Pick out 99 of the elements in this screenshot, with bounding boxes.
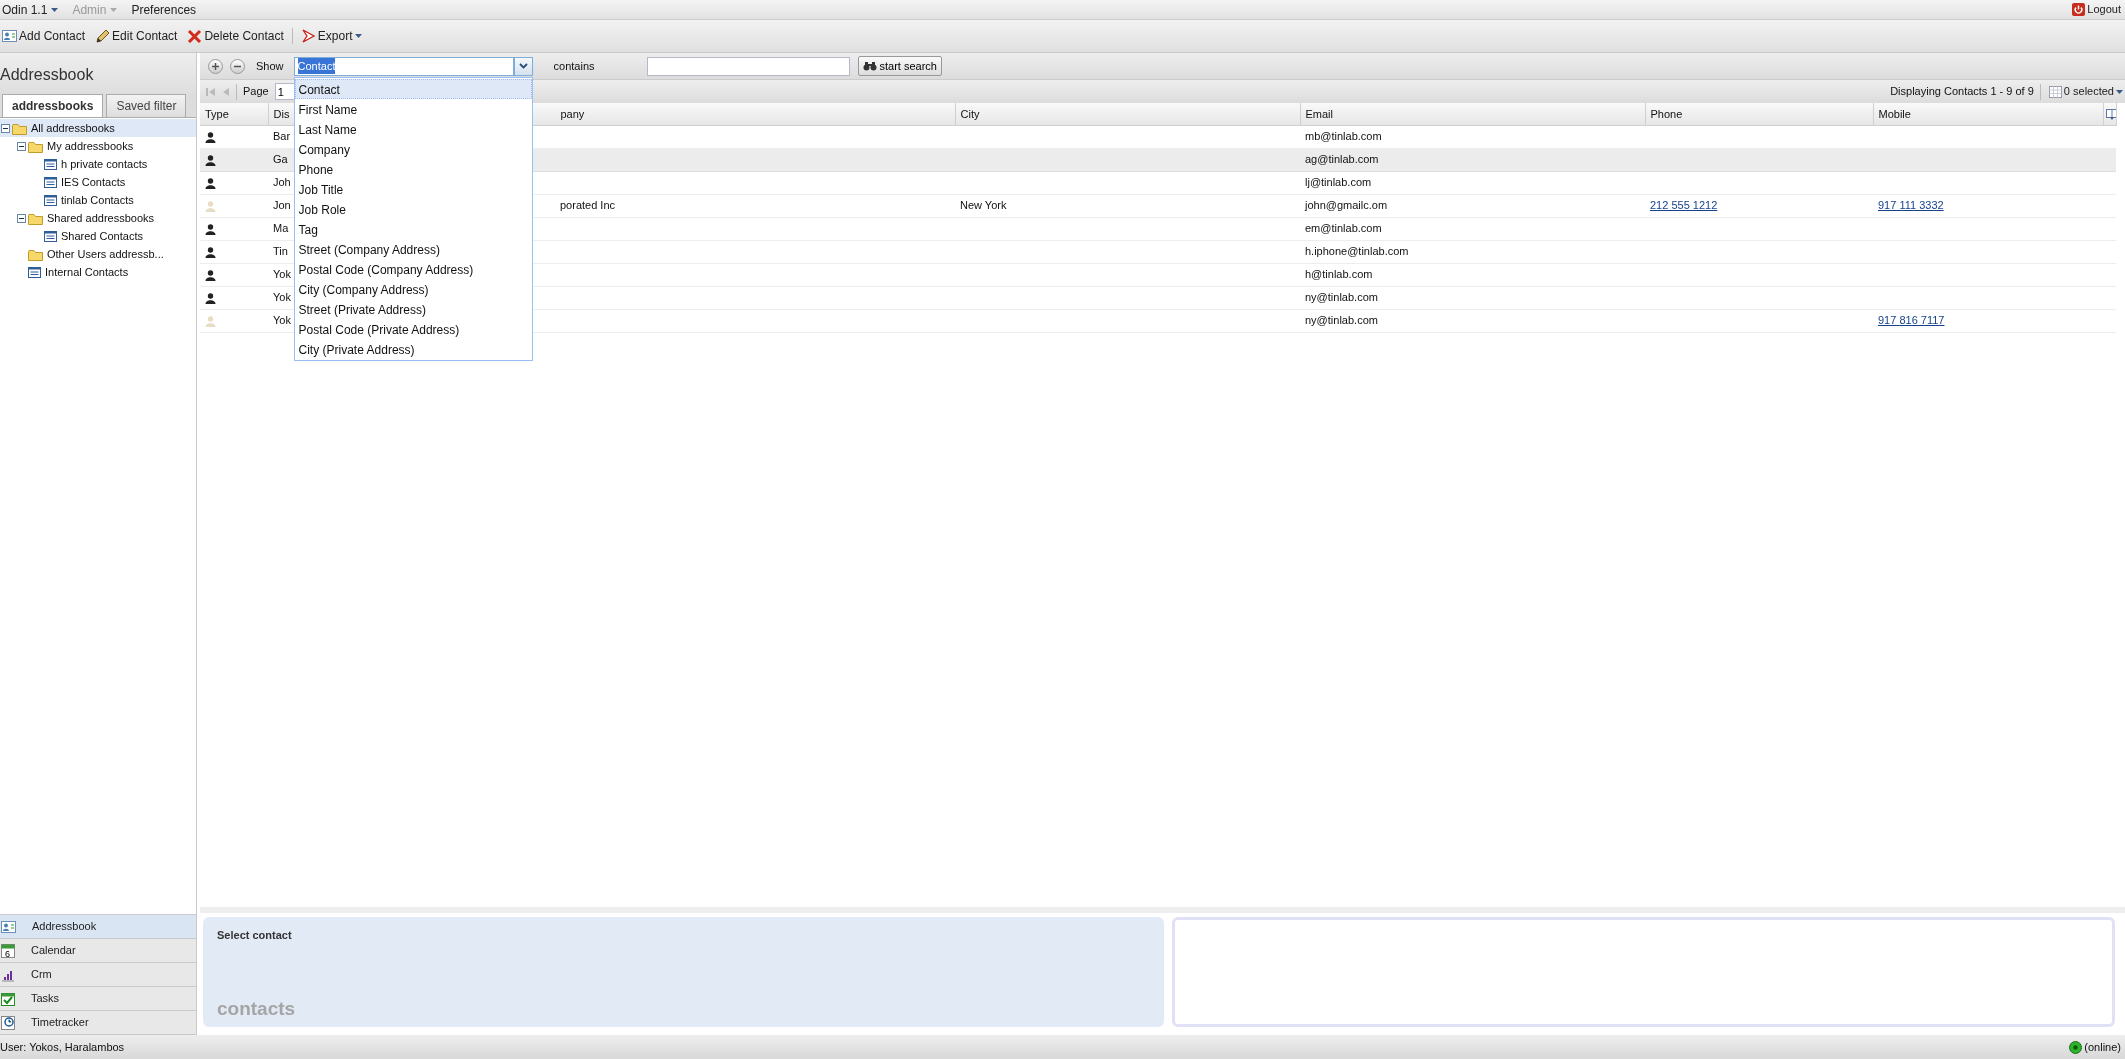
column-header[interactable]: Type [200,103,268,125]
dropdown-option[interactable]: First Name [294,98,532,119]
module-tab[interactable]: Tasks [0,987,196,1011]
tree-item[interactable]: IES Contacts [59,173,128,191]
phone-link[interactable]: 212 555 1212 [1650,199,1718,212]
table-cell: Bar [273,130,291,143]
collapse-icon[interactable] [17,213,26,223]
table-cell: h@tinlab.com [1305,268,1373,281]
module-tab[interactable]: Addressbook [0,915,196,939]
dropdown-option[interactable]: City (Private Address) [294,338,532,359]
module-tab[interactable]: 6 Calendar [0,939,196,963]
connection-status: (online) [2084,1039,2121,1055]
details-title: Select contact [217,928,293,943]
dropdown-option[interactable]: Job Title [294,178,532,199]
tree-item[interactable]: Other Users addressb... [45,245,166,263]
dropdown-option[interactable]: Street (Private Address) [294,298,532,319]
collapse-icon[interactable] [1,123,10,133]
address-card-icon [2,29,17,43]
user-label: User: Yokos, Haralambos [0,1039,125,1055]
table-cell: Yok [273,291,291,304]
logout-button[interactable]: Logout [2070,1,2123,18]
table-cell: john@gmailc.om [1305,199,1388,212]
module-tab[interactable]: Crm [0,963,196,987]
toolbar-button[interactable]: Edit Contact [93,27,180,45]
table-cell: ag@tinlab.com [1305,153,1379,166]
page-label: Page [243,84,269,100]
chevron-down-icon [518,63,528,69]
table-cell: Yok [273,314,291,327]
delete-icon [187,29,203,43]
tree-item[interactable]: h private contacts [59,155,150,173]
toolbar-button[interactable]: Delete Contact [185,27,286,45]
export-icon [300,29,316,43]
dropdown-option[interactable]: Last Name [294,118,532,139]
plus-icon [212,62,219,70]
pencil-icon [95,29,111,43]
dropdown-option[interactable]: Postal Code (Company Address) [294,258,532,279]
table-icon [2048,85,2062,98]
operator-label: contains [553,58,595,74]
field-select[interactable]: Contact [293,56,514,76]
search-field[interactable] [646,56,850,76]
checkbox-icon [1,991,15,1006]
table-cell: h.iphone@tinlab.com [1305,245,1409,258]
dropdown-option[interactable]: Postal Code (Private Address) [294,318,532,339]
dropdown-option[interactable]: Job Role [294,198,532,219]
paging-summary: Displaying Contacts 1 - 9 of 9 [1890,84,2034,100]
selection-button[interactable]: 0 selected [2046,83,2125,100]
table-cell: Yok [273,268,291,281]
search-button[interactable]: start search [857,56,942,76]
table-cell: ny@tinlab.com [1305,291,1378,304]
table-cell: Tin [273,245,288,258]
dropdown-option[interactable]: Street (Company Address) [294,238,532,259]
tree-item[interactable]: Shared Contacts [59,227,145,245]
column-header[interactable]: City [955,103,1300,125]
tab[interactable]: addressbooks [2,94,104,117]
toolbar-button[interactable]: Add Contact [0,27,88,45]
table-cell: New York [960,199,1007,212]
tree-item[interactable]: My addressbooks [45,137,136,155]
power-icon [2072,3,2086,16]
panel-title: Addressbook [0,53,196,96]
remove-filter-button[interactable] [230,58,245,74]
table-cell: porated Inc [560,199,616,212]
table-cell: Jon [273,199,291,212]
table-cell: ny@tinlab.com [1305,314,1378,327]
menu-item[interactable]: Odin 1.1 [2,0,59,19]
calendar-icon: 6 [1,943,15,958]
table-cell: Ga [273,153,288,166]
tree-item[interactable]: Shared addressbooks [45,209,156,227]
column-header[interactable]: Email [1300,103,1645,125]
column-header[interactable]: pany [530,103,955,125]
add-filter-button[interactable] [208,58,223,74]
address-card-icon [1,919,16,934]
dropdown-button[interactable] [513,56,533,76]
field-label: Show [256,58,284,74]
dropdown-option[interactable]: Tag [294,218,532,239]
menu-item[interactable]: Preferences [131,0,197,19]
table-cell: Ma [273,222,289,235]
binoculars-icon [862,61,877,71]
module-tab[interactable]: Timetracker [0,1011,196,1035]
collapse-icon[interactable] [17,141,26,151]
dropdown-option[interactable]: Contact [294,78,532,99]
phone-link[interactable]: 917 111 3332 [1878,199,1944,212]
tree-item[interactable]: Internal Contacts [43,263,131,281]
dropdown-option[interactable]: City (Company Address) [294,278,532,299]
phone-link[interactable]: 917 816 7117 [1878,314,1945,327]
table-cell: mb@tinlab.com [1305,130,1382,143]
columns-menu-icon[interactable] [2105,109,2115,121]
column-header[interactable]: Phone [1645,103,1873,125]
dropdown-option[interactable]: Phone [294,158,532,179]
table-cell: Joh [273,176,291,189]
table-cell: lj@tinlab.com [1305,176,1372,189]
clock-icon [1,1015,15,1030]
tree-item[interactable]: tinlab Contacts [59,191,136,209]
panel-watermark: contacts [217,996,297,1021]
column-header[interactable]: Mobile [1873,103,2103,125]
toolbar-button[interactable]: Export [298,27,364,45]
caret-icon [2116,89,2123,94]
table-cell: em@tinlab.com [1305,222,1382,235]
dropdown-option[interactable]: Company [294,138,532,159]
tab[interactable]: Saved filter [106,94,187,117]
